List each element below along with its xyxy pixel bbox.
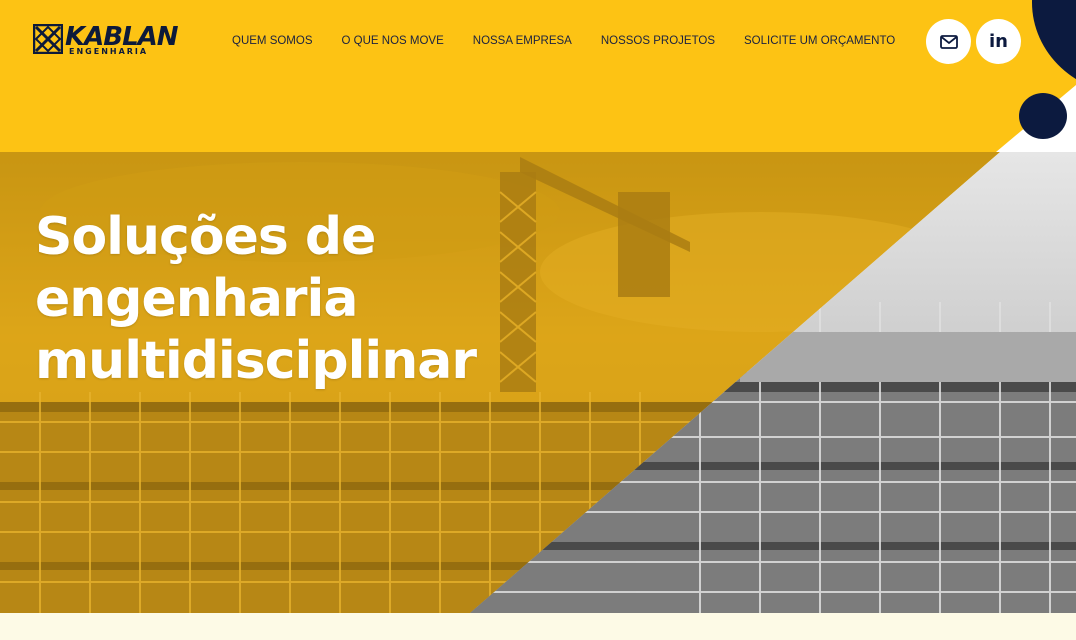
decorative-circle [1032, 0, 1076, 95]
nav-item-nossa-empresa[interactable]: NOSSA EMPRESA [473, 35, 572, 47]
hero-banner: Soluções de engenharia multidisciplinar [0, 152, 1076, 613]
next-section-edge [0, 613, 1076, 640]
nav-item-solicite-orcamento[interactable]: SOLICITE UM ORÇAMENTO [744, 35, 895, 47]
decorative-dot [1019, 93, 1067, 139]
hero-title: Soluções de engenharia multidisciplinar [35, 206, 495, 392]
main-nav: QUEM SOMOS O QUE NOS MOVE NOSSA EMPRESA … [232, 35, 895, 47]
hero-title-line-2: engenharia [35, 269, 358, 329]
linkedin-icon: in [989, 30, 1008, 52]
email-button[interactable] [926, 19, 971, 64]
envelope-icon [939, 34, 958, 49]
hero-title-line-1: Soluções de [35, 207, 376, 267]
kablan-logo[interactable]: KABLAN ENGENHARIA [33, 22, 179, 58]
logo-mark-icon [33, 24, 63, 54]
logo-tagline: ENGENHARIA [69, 47, 149, 56]
nav-item-o-que-nos-move[interactable]: O QUE NOS MOVE [342, 35, 444, 47]
nav-item-quem-somos[interactable]: QUEM SOMOS [232, 35, 313, 47]
linkedin-button[interactable]: in [976, 19, 1021, 64]
hero-title-line-3: multidisciplinar [35, 331, 477, 391]
site-header: KABLAN ENGENHARIA QUEM SOMOS O QUE NOS M… [0, 0, 1076, 152]
nav-item-nossos-projetos[interactable]: NOSSOS PROJETOS [601, 35, 715, 47]
